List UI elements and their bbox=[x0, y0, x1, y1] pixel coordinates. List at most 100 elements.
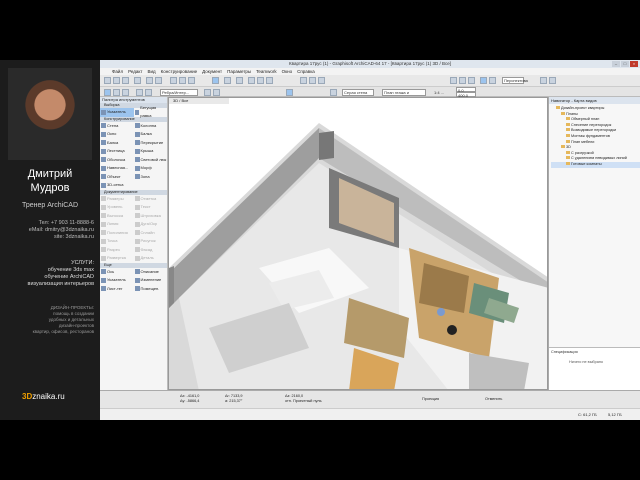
tool-section[interactable]: Разрез bbox=[100, 246, 134, 255]
plane-icon[interactable] bbox=[204, 89, 211, 96]
polyline-icon bbox=[101, 230, 106, 236]
wall-icon bbox=[101, 123, 106, 129]
zoom-in-icon[interactable] bbox=[248, 77, 255, 84]
menu-design[interactable]: Конструирование bbox=[161, 68, 198, 75]
tool-stair[interactable]: Лестница bbox=[100, 147, 134, 156]
view-icon bbox=[566, 156, 570, 160]
menu-file[interactable]: Файл bbox=[112, 68, 123, 75]
tool-polyline[interactable]: Полилиния bbox=[100, 229, 134, 238]
tool-marquee[interactable]: Бегущая рамка bbox=[134, 105, 168, 118]
axis-icon[interactable] bbox=[213, 89, 220, 96]
align-icon[interactable] bbox=[330, 89, 337, 96]
projection-label[interactable]: Проекция bbox=[422, 397, 439, 402]
camera-icon[interactable] bbox=[540, 77, 547, 84]
tool-detail[interactable]: Деталь bbox=[134, 254, 168, 263]
tool-curtain-wall[interactable]: Навесная... bbox=[100, 164, 134, 173]
menu-teamwork[interactable]: Teamwork bbox=[256, 68, 277, 75]
maximize-button[interactable]: □ bbox=[621, 61, 629, 67]
menu-view[interactable]: Вид bbox=[148, 68, 156, 75]
tool-skylight[interactable]: Световой люк bbox=[134, 156, 168, 165]
view-mode-select[interactable]: Ребра/Интер... bbox=[160, 89, 198, 96]
rotate-tool-icon[interactable] bbox=[113, 89, 120, 96]
floor-plan-select[interactable]: План этажа и разрез... bbox=[382, 89, 426, 101]
elevate-icon[interactable] bbox=[145, 89, 152, 96]
select-icon[interactable] bbox=[212, 77, 219, 84]
fit-icon[interactable] bbox=[266, 77, 273, 84]
menu-help[interactable]: Справка bbox=[297, 68, 315, 75]
wall-type-select[interactable]: Серая стена bbox=[342, 89, 374, 96]
tool-room[interactable]: Помещен. bbox=[134, 285, 168, 294]
render-mode-select[interactable]: Перспектива bbox=[502, 77, 528, 84]
tool-arc[interactable]: Дуга/Окр bbox=[134, 220, 168, 229]
redo-icon[interactable] bbox=[155, 77, 162, 84]
cancel-label[interactable]: Отменить bbox=[485, 397, 502, 402]
tool-object[interactable]: Объект bbox=[100, 173, 134, 182]
tool-arrow[interactable]: Указатель bbox=[100, 108, 134, 117]
open-icon[interactable] bbox=[113, 77, 120, 84]
tool-pointer[interactable]: Указатель bbox=[100, 276, 134, 285]
viewport-tab[interactable]: 3D / Все bbox=[169, 98, 229, 104]
tool-morph[interactable]: Морф bbox=[134, 164, 168, 173]
tool-description[interactable]: Описание bbox=[134, 268, 168, 277]
tool-column[interactable]: Колонна bbox=[134, 122, 168, 131]
tool-wall[interactable]: Стена bbox=[100, 122, 134, 131]
zoom-out-icon[interactable] bbox=[257, 77, 264, 84]
tool-sheet-tag[interactable]: Лист-тег bbox=[100, 285, 134, 294]
tool-label[interactable]: Выноска bbox=[100, 212, 134, 221]
save-icon[interactable] bbox=[122, 77, 129, 84]
3d-viewport[interactable]: 3D / Все bbox=[168, 97, 548, 390]
menu-document[interactable]: Документ bbox=[202, 68, 222, 75]
print-icon[interactable] bbox=[134, 77, 141, 84]
roofs-icon[interactable] bbox=[468, 77, 475, 84]
tool-elevation[interactable]: Фасад bbox=[134, 246, 168, 255]
snap-icon[interactable] bbox=[318, 77, 325, 84]
menu-window[interactable]: Окно bbox=[282, 68, 292, 75]
tool-change[interactable]: Изменение bbox=[134, 276, 168, 285]
tool-grid[interactable]: Ось bbox=[100, 268, 134, 277]
layers-icon[interactable] bbox=[300, 77, 307, 84]
presenter-photo bbox=[8, 68, 92, 160]
tool-level[interactable]: Уровень bbox=[100, 203, 134, 212]
menu-options[interactable]: Параметры bbox=[227, 68, 251, 75]
coord-group: Δr: 7133,9 a: 215,37° bbox=[225, 394, 243, 403]
tool-label: 3D-сетка bbox=[107, 182, 124, 187]
tool-dimension[interactable]: Размеры bbox=[100, 195, 134, 204]
tool-beam2[interactable]: Балка bbox=[100, 139, 134, 148]
close-button[interactable]: × bbox=[630, 61, 638, 67]
marquee-icon[interactable] bbox=[224, 77, 231, 84]
tool-interior-elev[interactable]: Развертка bbox=[100, 254, 134, 263]
paste-icon[interactable] bbox=[188, 77, 195, 84]
arrow-tool-icon[interactable] bbox=[104, 89, 111, 96]
tool-hotspot[interactable]: Точка bbox=[100, 237, 134, 246]
3d-icon[interactable] bbox=[480, 77, 487, 84]
box-icon[interactable] bbox=[286, 89, 293, 96]
new-icon[interactable] bbox=[104, 77, 111, 84]
tool-text[interactable]: Текст bbox=[134, 203, 168, 212]
light-icon[interactable] bbox=[549, 77, 556, 84]
tool-roof[interactable]: Крыша bbox=[134, 147, 168, 156]
tool-shell[interactable]: Оболочка bbox=[100, 156, 134, 165]
grid-icon[interactable] bbox=[309, 77, 316, 84]
tree-item[interactable]: Готовые комнаты bbox=[551, 161, 640, 168]
mirror-tool-icon[interactable] bbox=[122, 89, 129, 96]
tool-beam[interactable]: Балка bbox=[134, 130, 168, 139]
tool-window[interactable]: Окно bbox=[100, 130, 134, 139]
orbit-icon[interactable] bbox=[236, 77, 243, 84]
tool-line[interactable]: Линия bbox=[100, 220, 134, 229]
minimize-button[interactable]: – bbox=[612, 61, 620, 67]
tool-mesh[interactable]: 3D-сетка bbox=[100, 181, 134, 190]
menu-edit[interactable]: Редакт bbox=[128, 68, 142, 75]
tool-level-dim[interactable]: Отметка bbox=[134, 195, 168, 204]
section-icon[interactable] bbox=[489, 77, 496, 84]
slabs-icon[interactable] bbox=[459, 77, 466, 84]
drag-icon[interactable] bbox=[136, 89, 143, 96]
tool-slab[interactable]: Перекрытие bbox=[134, 139, 168, 148]
copy-icon[interactable] bbox=[179, 77, 186, 84]
tool-spline[interactable]: Сплайн bbox=[134, 229, 168, 238]
cut-icon[interactable] bbox=[170, 77, 177, 84]
undo-icon[interactable] bbox=[146, 77, 153, 84]
tool-figure[interactable]: Рисунок bbox=[134, 237, 168, 246]
tool-fill[interactable]: Штриховка bbox=[134, 212, 168, 221]
walls-icon[interactable] bbox=[450, 77, 457, 84]
tool-zone[interactable]: Зона bbox=[134, 173, 168, 182]
